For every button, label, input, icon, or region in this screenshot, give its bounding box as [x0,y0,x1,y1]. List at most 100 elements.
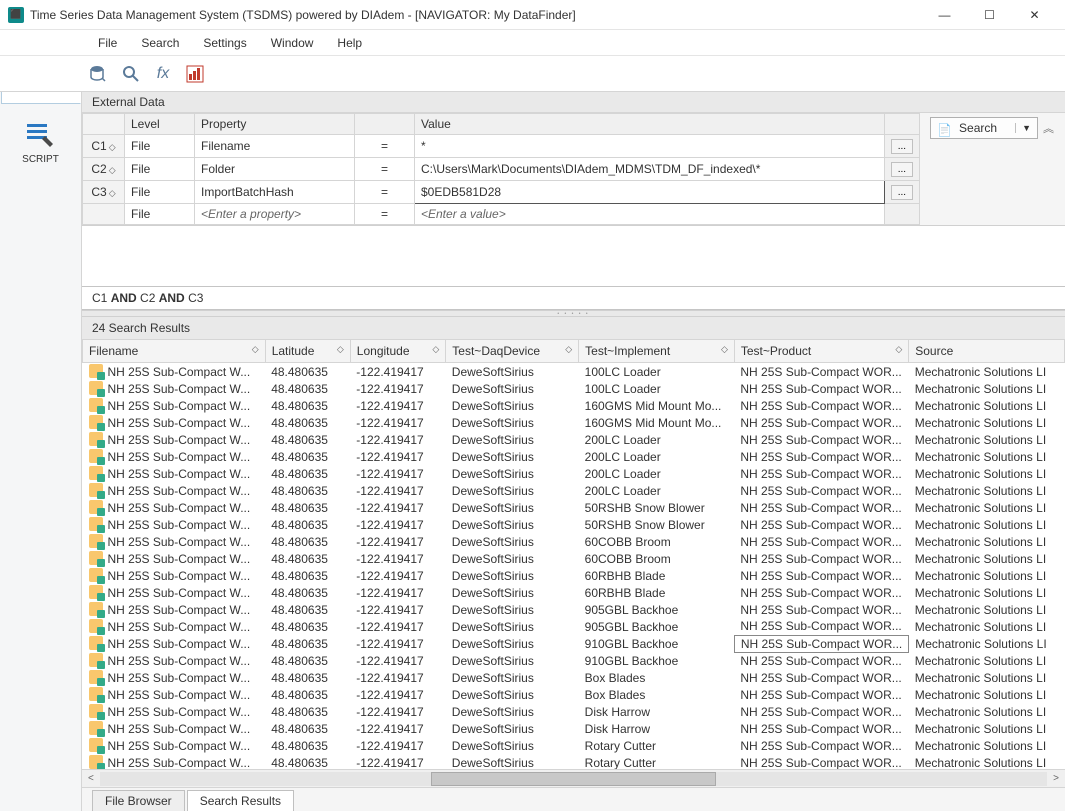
table-row[interactable]: NH 25S Sub-Compact W...48.480635-122.419… [83,550,1065,567]
menu-settings[interactable]: Settings [193,33,256,53]
table-row[interactable]: NH 25S Sub-Compact W...48.480635-122.419… [83,363,1065,381]
file-icon [89,483,103,497]
menu-search[interactable]: Search [131,33,189,53]
external-data-header: External Data [82,92,1065,113]
table-row[interactable]: NH 25S Sub-Compact W...48.480635-122.419… [83,397,1065,414]
menu-file[interactable]: File [88,33,127,53]
file-icon [89,602,103,616]
table-row[interactable]: NH 25S Sub-Compact W...48.480635-122.419… [83,754,1065,769]
file-icon [89,653,103,667]
bottom-tabs: File Browser Search Results [82,787,1065,811]
col-value[interactable]: Value [415,114,885,135]
search-button[interactable]: 📄Search ▼ [930,117,1038,139]
table-row[interactable]: NH 25S Sub-Compact W...48.480635-122.419… [83,669,1065,686]
chart-icon[interactable] [184,63,206,85]
file-icon [89,738,103,752]
table-row[interactable]: NH 25S Sub-Compact W...48.480635-122.419… [83,516,1065,533]
logic-expression[interactable]: C1 AND C2 AND C3 [82,286,1065,310]
table-row[interactable]: NH 25S Sub-Compact W...48.480635-122.419… [83,380,1065,397]
database-icon[interactable] [88,63,110,85]
filter-area: Level Property Value C1◇ File Filename =… [82,113,1065,226]
file-icon [89,687,103,701]
fx-icon[interactable]: fx [152,63,174,85]
table-row[interactable]: NH 25S Sub-Compact W...48.480635-122.419… [83,737,1065,754]
table-row[interactable]: NH 25S Sub-Compact W...48.480635-122.419… [83,533,1065,550]
menu-window[interactable]: Window [261,33,324,53]
side-tab-script[interactable]: SCRIPT [1,104,81,178]
filter-row-c2[interactable]: C2◇ File Folder = C:\Users\Mark\Document… [83,158,920,181]
collapse-icon[interactable]: ︽ [1040,120,1057,136]
file-icon [89,670,103,684]
file-icon [89,585,103,599]
filter-row-c3[interactable]: C3◇ File ImportBatchHash = $0EDB581D28 .… [83,181,920,204]
search-bar: 📄Search ▼ ︽ [926,113,1057,225]
tab-file-browser[interactable]: File Browser [92,790,185,811]
file-icon [89,721,103,735]
col-implement[interactable]: Test~Implement◇ [579,340,735,363]
table-row[interactable]: NH 25S Sub-Compact W...48.480635-122.419… [83,482,1065,499]
app-icon: ⬛ [8,7,24,23]
tab-search-results[interactable]: Search Results [187,790,294,811]
search-icon[interactable] [120,63,142,85]
menu-help[interactable]: Help [327,33,372,53]
table-row[interactable]: NH 25S Sub-Compact W...48.480635-122.419… [83,414,1065,431]
toolbar: fx [0,56,1065,92]
col-property[interactable]: Property [195,114,355,135]
side-panel: NAVIGATOR SCRIPT [0,92,82,811]
horizontal-scrollbar[interactable]: <> [82,769,1065,787]
table-row[interactable]: NH 25S Sub-Compact W...48.480635-122.419… [83,431,1065,448]
file-icon [89,636,103,650]
file-icon [89,432,103,446]
browse-c1[interactable]: ... [891,139,913,154]
file-icon [89,466,103,480]
file-icon [89,755,103,769]
table-row[interactable]: NH 25S Sub-Compact W...48.480635-122.419… [83,635,1065,652]
file-icon [89,534,103,548]
file-icon [89,381,103,395]
filter-row-new[interactable]: File <Enter a property> = <Enter a value… [83,204,920,225]
table-row[interactable]: NH 25S Sub-Compact W...48.480635-122.419… [83,686,1065,703]
col-filename[interactable]: Filename◇ [83,340,266,363]
content-area: External Data Level Property Value C1◇ F… [82,92,1065,811]
col-product[interactable]: Test~Product◇ [734,340,908,363]
file-icon [89,619,103,633]
col-source[interactable]: Source [909,340,1065,363]
file-icon [89,704,103,718]
titlebar: ⬛ Time Series Data Management System (TS… [0,0,1065,30]
search-dropdown[interactable]: ▼ [1015,123,1037,133]
file-icon [89,415,103,429]
file-icon [89,449,103,463]
table-row[interactable]: NH 25S Sub-Compact W...48.480635-122.419… [83,567,1065,584]
col-longitude[interactable]: Longitude◇ [350,340,446,363]
table-row[interactable]: NH 25S Sub-Compact W...48.480635-122.419… [83,618,1065,635]
table-row[interactable]: NH 25S Sub-Compact W...48.480635-122.419… [83,720,1065,737]
results-table-wrap[interactable]: Filename◇ Latitude◇ Longitude◇ Test~DaqD… [82,339,1065,769]
table-row[interactable]: NH 25S Sub-Compact W...48.480635-122.419… [83,601,1065,618]
table-row[interactable]: NH 25S Sub-Compact W...48.480635-122.419… [83,448,1065,465]
table-row[interactable]: NH 25S Sub-Compact W...48.480635-122.419… [83,499,1065,516]
col-level[interactable]: Level [125,114,195,135]
table-row[interactable]: NH 25S Sub-Compact W...48.480635-122.419… [83,703,1065,720]
close-button[interactable]: ✕ [1012,1,1057,29]
table-row[interactable]: NH 25S Sub-Compact W...48.480635-122.419… [83,652,1065,669]
col-latitude[interactable]: Latitude◇ [265,340,350,363]
browse-c3[interactable]: ... [891,185,913,200]
file-icon [89,398,103,412]
browse-c2[interactable]: ... [891,162,913,177]
window-buttons: — ☐ ✕ [922,1,1057,29]
main-area: NAVIGATOR SCRIPT External Data Level Pro… [0,92,1065,811]
splitter[interactable]: • • • • • [82,310,1065,317]
col-daqdevice[interactable]: Test~DaqDevice◇ [446,340,579,363]
file-icon [89,551,103,565]
file-icon [89,517,103,531]
file-icon [89,500,103,514]
filter-row-c1[interactable]: C1◇ File Filename = * ... [83,135,920,158]
maximize-button[interactable]: ☐ [967,1,1012,29]
minimize-button[interactable]: — [922,1,967,29]
table-row[interactable]: NH 25S Sub-Compact W...48.480635-122.419… [83,584,1065,601]
side-tab-navigator[interactable]: NAVIGATOR [1,92,81,104]
table-row[interactable]: NH 25S Sub-Compact W...48.480635-122.419… [83,465,1065,482]
menubar: File Search Settings Window Help [0,30,1065,56]
side-tab-script-label: SCRIPT [22,154,59,165]
window-title: Time Series Data Management System (TSDM… [30,8,922,22]
